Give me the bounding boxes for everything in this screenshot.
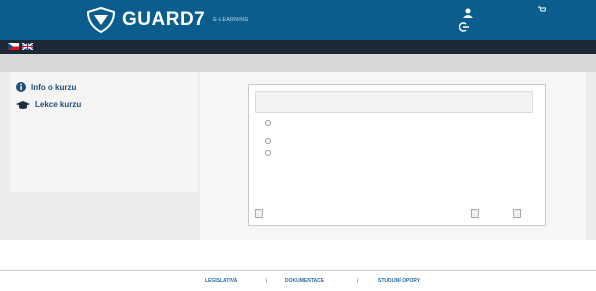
- brand-name: GUARD7: [122, 9, 206, 30]
- user-area: [455, 6, 505, 34]
- previous-button[interactable]: [471, 209, 479, 218]
- answer-option-3[interactable]: [259, 145, 535, 161]
- graduation-cap-icon: [16, 100, 30, 109]
- user-icon[interactable]: [463, 8, 473, 18]
- cart-area[interactable]: [538, 6, 549, 13]
- lesson-heading-row[interactable]: Lekce kurzu: [16, 100, 81, 109]
- brand-subtitle: E-LEARNING: [213, 17, 249, 23]
- footer-link-documentation[interactable]: DOKUMENTACE: [285, 278, 324, 284]
- logout-icon[interactable]: [459, 22, 469, 32]
- footer-separator: |: [357, 278, 359, 284]
- main-menu: [0, 40, 596, 54]
- course-sidebar: Info o kurzu Lekce kurzu: [10, 72, 198, 192]
- uk-flag-icon[interactable]: [22, 43, 33, 50]
- lesson-heading: Lekce kurzu: [35, 100, 82, 109]
- question-box: [255, 91, 533, 113]
- app-header: GUARD7 E-LEARNING: [0, 0, 596, 40]
- shield-logo-icon: [86, 7, 116, 33]
- submit-button[interactable]: [255, 209, 263, 218]
- quiz-card: [248, 84, 546, 226]
- answer-radio-3[interactable]: [265, 150, 271, 156]
- footer-separator: |: [266, 278, 268, 284]
- info-icon: [16, 82, 26, 92]
- brand-logo[interactable]: GUARD7 E-LEARNING: [86, 6, 249, 34]
- footer-divider: [0, 270, 596, 271]
- answer-radio-2[interactable]: [265, 138, 271, 144]
- answer-option-1[interactable]: [259, 115, 535, 131]
- page-footer: LEGISLATIVA | DOKUMENTACE | STUDIJNÍ OPO…: [0, 270, 596, 291]
- info-heading-row[interactable]: Info o kurzu: [16, 82, 76, 92]
- footer-link-study-materials[interactable]: STUDIJNÍ OPORY: [378, 278, 420, 284]
- next-button[interactable]: [513, 209, 521, 218]
- page-banner: [0, 54, 596, 72]
- language-switch: [8, 43, 33, 50]
- cart-icon: [538, 6, 546, 12]
- info-heading: Info o kurzu: [31, 82, 77, 92]
- footer-link-legislation[interactable]: LEGISLATIVA: [205, 278, 237, 284]
- czech-flag-icon[interactable]: [8, 43, 19, 50]
- answer-radio-1[interactable]: [265, 120, 271, 126]
